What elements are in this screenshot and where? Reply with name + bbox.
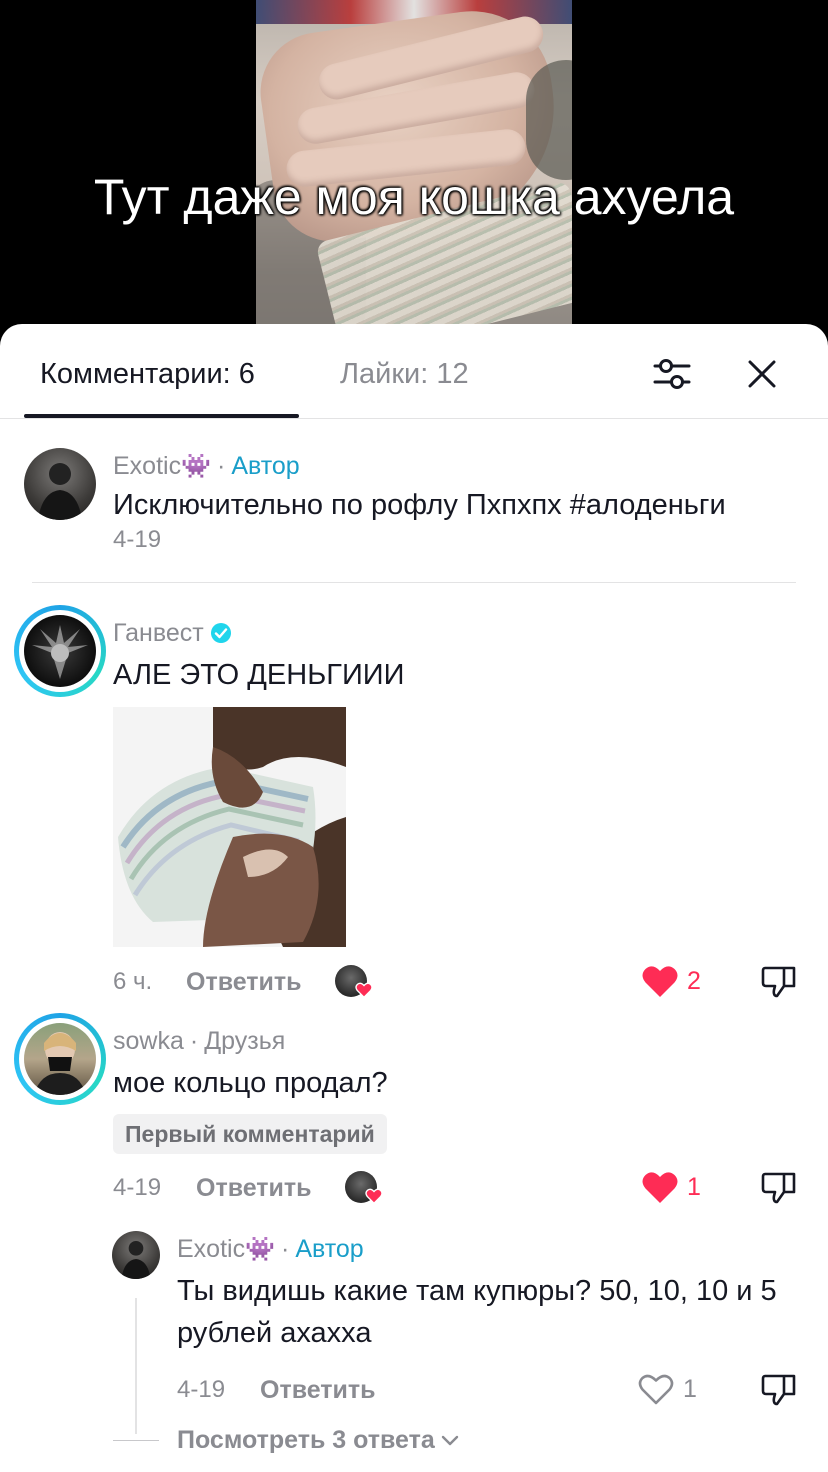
tab-bar: Комментарии: 6 Лайки: 12 [0,324,828,419]
author-name[interactable]: sowka [113,1027,184,1055]
close-icon [748,360,776,388]
active-tab-indicator [24,414,299,418]
chevron-down-icon [441,1435,458,1446]
friends-tag: Друзья [204,1027,286,1055]
heart-outline-icon [638,1374,674,1405]
tab-comments[interactable]: Комментарии: 6 [40,354,255,394]
view-replies-label: Посмотреть 3 ответа [177,1425,435,1454]
reply-author-line: Exotic👾 · Автор [177,1235,364,1263]
like-count: 1 [687,1172,701,1201]
creator-heart-icon [355,982,373,999]
creator-heart-icon [365,1188,383,1205]
author-tag: Автор [231,452,300,480]
money-photo [113,707,346,947]
heart-filled-icon [642,1172,678,1203]
person-photo-icon [34,1032,86,1095]
author-name[interactable]: Exotic [113,452,181,480]
close-button[interactable] [740,352,784,396]
video-player[interactable]: Тут даже моя кошка ахуела [0,0,828,340]
comment-text: Исключительно по рофлу Пхпхпх #алоденьги [113,489,726,521]
like-count: 1 [683,1374,697,1403]
like-count: 2 [687,966,701,995]
divider [113,1439,159,1441]
heart-filled-icon [642,966,678,997]
spiky-silhouette-icon [32,625,88,679]
avatar[interactable] [24,448,96,520]
alien-icon: 👾 [181,453,211,480]
avatar[interactable] [24,615,96,687]
alien-icon: 👾 [245,1236,275,1263]
comment-text: АЛЕ ЭТО ДЕНЬГИИИ [113,659,405,691]
tab-likes[interactable]: Лайки: 12 [340,354,469,394]
verified-badge-icon [210,623,231,643]
dislike-icon[interactable] [760,1370,798,1408]
comment-author-line: sowka · Друзья [113,1027,286,1055]
reply-text: Ты видишь какие там купюры? 50, 10, 10 и… [177,1275,777,1349]
avatar[interactable] [24,1023,96,1095]
divider [32,582,796,583]
view-replies-button[interactable]: Посмотреть 3 ответа [113,1422,461,1458]
comment-date: 6 ч. [113,968,153,995]
avatar[interactable] [112,1231,160,1279]
first-comment-badge: Первый комментарий [113,1114,387,1154]
video-caption: Тут даже моя кошка ахуела [93,169,735,225]
comments-sheet: Комментарии: 6 Лайки: 12 Exotic👾 · Автор… [0,324,828,1472]
comment-author-line: Ганвест [113,617,232,649]
author-tag: Автор [295,1235,364,1263]
person-silhouette-icon [121,1241,151,1279]
reply-thread-line [135,1298,137,1434]
reply-button[interactable]: Ответить [186,966,302,998]
comment-text: мое кольцо продал? [113,1067,388,1099]
comment-image[interactable] [113,707,346,947]
like-button[interactable]: 1 [641,1167,701,1207]
sliders-icon [653,359,691,389]
like-button[interactable]: 1 [637,1369,697,1409]
reply-button[interactable]: Ответить [260,1374,376,1406]
reply-button[interactable]: Ответить [196,1172,312,1204]
author-name[interactable]: Ганвест [113,617,204,649]
filter-button[interactable] [650,352,694,396]
dislike-icon[interactable] [760,962,798,1000]
like-button[interactable]: 2 [641,961,701,1001]
dislike-icon[interactable] [760,1168,798,1206]
person-silhouette-icon [38,463,82,520]
comment-author-line: Exotic👾 · Автор [113,452,300,480]
author-name[interactable]: Exotic [177,1235,245,1263]
reply-date: 4-19 [177,1376,226,1403]
comment-date: 4-19 [113,1174,162,1201]
comment-date: 4-19 [113,526,162,553]
